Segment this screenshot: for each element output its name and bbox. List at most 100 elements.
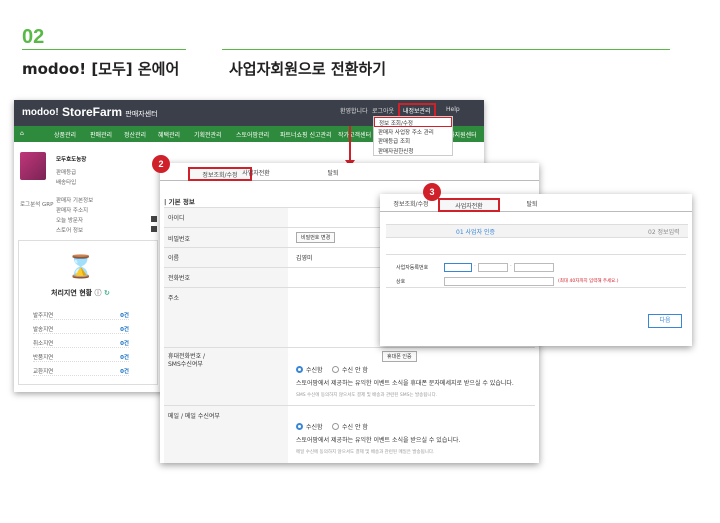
top-menu-help[interactable]: Help — [446, 106, 460, 113]
top-menu-logout[interactable]: 로그아웃 — [372, 106, 394, 115]
delay-count: 0건 — [120, 355, 129, 361]
profile-name: 모두호도농장 — [56, 157, 87, 163]
nav-item-cs[interactable]: 작가고객센터 — [338, 130, 371, 139]
tab-business-convert[interactable]: 사업자전환 — [226, 167, 286, 181]
radio-email-yes-label: 수신함 — [306, 424, 323, 431]
modoo-logo: modoo! — [22, 107, 59, 118]
tab-withdraw[interactable]: 탈퇴 — [310, 167, 356, 181]
count-badge — [151, 216, 157, 222]
delay-label: 취소지연 — [33, 341, 54, 347]
sms-description: 스토어팜에서 제공하는 유익한 이벤트 소식을 휴대폰 문자메세지로 받으실 수… — [296, 380, 514, 387]
sidebar-line-3: 판매자 주소지 — [56, 208, 89, 214]
sidebar-line-5: 스토어 정보 — [56, 228, 84, 234]
dropdown-item-info-edit[interactable]: 정보 조회/수정 — [374, 117, 452, 127]
home-icon[interactable]: ⌂ — [20, 130, 24, 137]
right-title: 사업자회원으로 전환하기 — [229, 60, 387, 78]
brand-name: StoreFarm — [62, 105, 123, 119]
tab-business-convert[interactable]: 사업자전환 — [438, 198, 500, 212]
delay-count: 0건 — [120, 369, 129, 375]
sidebar-line-0: 판매등급 — [56, 170, 77, 176]
section-title: | 기본 정보 — [164, 198, 195, 206]
list-item[interactable]: 교환지연 0건 — [33, 367, 129, 376]
nav-item-settlement[interactable]: 정산관리 — [124, 130, 146, 139]
refresh-icon[interactable]: ↻ — [104, 289, 110, 297]
form-label-phone: 전화번호 — [168, 275, 191, 282]
brand-sub: 판매자센터 — [125, 111, 158, 118]
sidebar-line-2: 판매자 기본정보 — [56, 198, 94, 204]
top-menu-welcome: 환영합니다 — [340, 108, 368, 115]
divider-right — [222, 49, 670, 50]
form-row-divider — [164, 405, 535, 406]
email-note: 메일 수신에 동의하지 않으셔도 결제 및 배송과 관련된 메일은 발송됩니다. — [296, 450, 435, 455]
delay-label: 교환지연 — [33, 369, 54, 375]
step-progress-bar — [386, 224, 688, 238]
delay-title: 처리지연 현황 ⓘ ↻ — [51, 288, 110, 298]
radio-email-no-label: 수신 안 함 — [342, 424, 368, 431]
biz-number-label: 사업자등록번호 — [396, 265, 429, 271]
company-name-field[interactable] — [444, 277, 554, 286]
help-icon[interactable]: ⓘ — [95, 289, 102, 297]
section-title-text: 기본 정보 — [168, 198, 195, 206]
tab-withdraw[interactable]: 탈퇴 — [512, 198, 552, 212]
form-label-mobile-sms: 휴대전화번호 / SMS수신여부 — [168, 353, 206, 368]
phone-verify-button[interactable]: 휴대폰 인증 — [382, 351, 417, 362]
sidebar-line-1: 배송타입 — [56, 180, 77, 186]
biz-number-field-1[interactable] — [444, 263, 472, 272]
company-label: 상호 — [396, 279, 406, 285]
form-label-address: 주소 — [168, 295, 180, 302]
radio-email-no[interactable] — [332, 423, 339, 430]
change-password-button[interactable]: 비밀번호 변경 — [296, 232, 336, 243]
nav-item-partner[interactable]: 파트너쇼핑 신고관리 — [280, 130, 332, 139]
biz-number-field-3[interactable] — [514, 263, 554, 272]
sms-note: SMS 수신에 동의하지 않으셔도 결제 및 배송과 관련된 SMS는 발송됩니… — [296, 393, 438, 398]
form-label-id: 아이디 — [168, 215, 185, 222]
biz-number-field-2[interactable] — [478, 263, 508, 272]
radio-sms-yes-label: 수신함 — [306, 367, 323, 374]
dash: - — [474, 264, 476, 269]
sidebar-line-4: 오늘 방문자 — [56, 218, 84, 224]
left-title: modoo! [모두] 온에어 — [22, 60, 180, 78]
nav-item-products[interactable]: 상품관리 — [54, 130, 76, 139]
nav-item-sales[interactable]: 판매관리 — [90, 130, 112, 139]
next-button[interactable]: 다음 — [648, 314, 682, 328]
nav-item-store[interactable]: 스토어팜관리 — [236, 130, 269, 139]
delay-label: 발송지연 — [33, 327, 54, 333]
radio-sms-no[interactable] — [332, 366, 339, 373]
list-item[interactable]: 발송지연 0건 — [33, 325, 129, 334]
hourglass-icon: ⌛ — [67, 255, 95, 280]
nav-item-benefits[interactable]: 혜택관리 — [158, 130, 180, 139]
business-convert-shot: 정보조회/수정 사업자전환 탈퇴 01 사업자 인증 02 정보입력 사업자등록… — [380, 194, 692, 346]
dropdown-item-address[interactable]: 판매자 사업장 주소 관리 — [374, 127, 452, 137]
list-item[interactable]: 반품지연 0건 — [33, 353, 129, 362]
radio-email-yes[interactable] — [296, 423, 303, 430]
delay-title-text: 처리지연 현황 — [51, 289, 93, 297]
email-description: 스토어팜에서 제공하는 유익한 이벤트 소식을 받으실 수 있습니다. — [296, 437, 461, 444]
radio-sms-no-label: 수신 안 함 — [342, 367, 368, 374]
delay-count: 0건 — [120, 327, 129, 333]
form-row-divider — [164, 347, 535, 348]
nav-item-exhibitions[interactable]: 기획전관리 — [194, 130, 222, 139]
form-label-email: 메일 / 메일 수신여부 — [168, 413, 220, 420]
dropdown-item-permission[interactable]: 판매자권한신청 — [374, 146, 452, 156]
my-info-dropdown: 정보 조회/수정 판매자 사업장 주소 관리 판매등급 조회 판매자권한신청 — [373, 116, 453, 156]
step-badge-3: 3 — [423, 183, 441, 201]
storefarm-brand: StoreFarm 판매자센터 — [62, 105, 158, 119]
dropdown-item-grade[interactable]: 판매등급 조회 — [374, 136, 452, 146]
dash: - — [510, 264, 512, 269]
step-1: 01 사업자 인증 — [456, 229, 496, 236]
list-item[interactable]: 발주지연 0건 — [33, 311, 129, 320]
step-number: 02 — [22, 26, 45, 48]
delay-label: 반품지연 — [33, 355, 54, 361]
delay-count: 0건 — [120, 313, 129, 319]
delay-label: 발주지연 — [33, 313, 54, 319]
delay-count: 0건 — [120, 341, 129, 347]
avatar — [20, 152, 46, 180]
list-item[interactable]: 취소지연 0건 — [33, 339, 129, 348]
name-value: 김영미 — [296, 255, 313, 262]
count-badge — [151, 226, 157, 232]
delay-status-panel: ⌛ 처리지연 현황 ⓘ ↻ 발주지연 0건 발송지연 0건 취소지연 0건 반품지연 0… — [18, 240, 158, 385]
profile-footer: 로그분석 GRP — [20, 202, 54, 208]
radio-sms-yes[interactable] — [296, 366, 303, 373]
step-badge-2: 2 — [152, 155, 170, 173]
company-hint: (최대 40자까지 입력해 주세요.) — [558, 279, 619, 284]
